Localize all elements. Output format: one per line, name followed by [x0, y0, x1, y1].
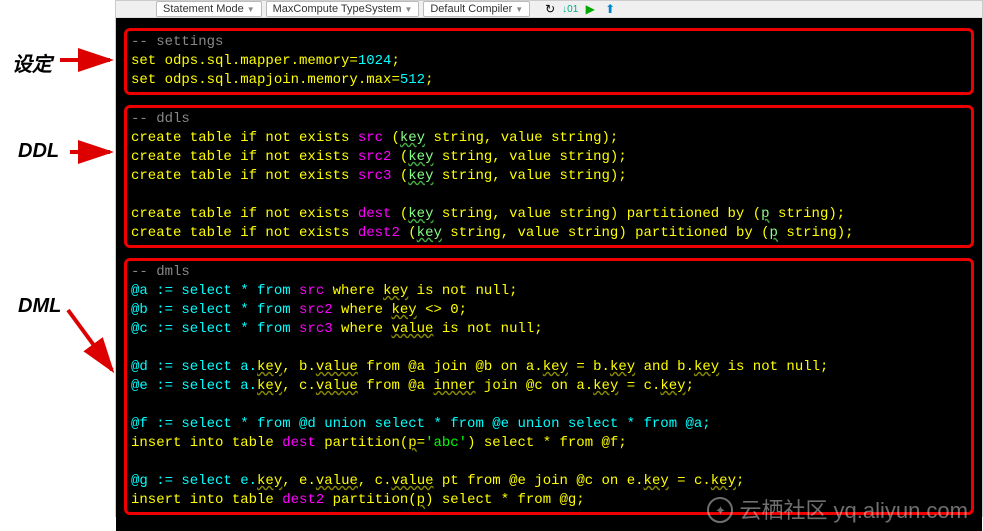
label-settings: 设定: [12, 48, 52, 77]
caret-icon: ▼: [247, 5, 255, 14]
refresh-icon[interactable]: ↻: [542, 1, 558, 17]
settings-block: -- settings set odps.sql.mapper.memory=1…: [124, 28, 974, 95]
annotation-arrows: [0, 0, 115, 517]
caret-icon: ▼: [515, 5, 523, 14]
compiler-dropdown[interactable]: Default Compiler▼: [423, 1, 530, 17]
annotation-panel: 设定 DDL DML: [0, 0, 115, 517]
sort-icon[interactable]: ↓01: [562, 1, 578, 17]
label-ddl: DDL: [18, 140, 59, 163]
upload-icon[interactable]: ⬆: [602, 1, 618, 17]
statement-mode-dropdown[interactable]: Statement Mode▼: [156, 1, 262, 17]
type-system-dropdown[interactable]: MaxCompute TypeSystem▼: [266, 1, 420, 17]
watermark: ✦ 云栖社区 yq.aliyun.com: [707, 497, 968, 523]
caret-icon: ▼: [404, 5, 412, 14]
ddl-block: -- ddls create table if not exists src (…: [124, 105, 974, 248]
run-icon[interactable]: ▶: [582, 1, 598, 17]
dml-block: -- dmls @a := select * from src where ke…: [124, 258, 974, 515]
editor-panel: Statement Mode▼ MaxCompute TypeSystem▼ D…: [115, 0, 983, 517]
watermark-logo-icon: ✦: [707, 497, 733, 523]
code-editor[interactable]: -- settings set odps.sql.mapper.memory=1…: [116, 18, 982, 531]
label-dml: DML: [18, 295, 61, 318]
toolbar: Statement Mode▼ MaxCompute TypeSystem▼ D…: [116, 1, 982, 18]
